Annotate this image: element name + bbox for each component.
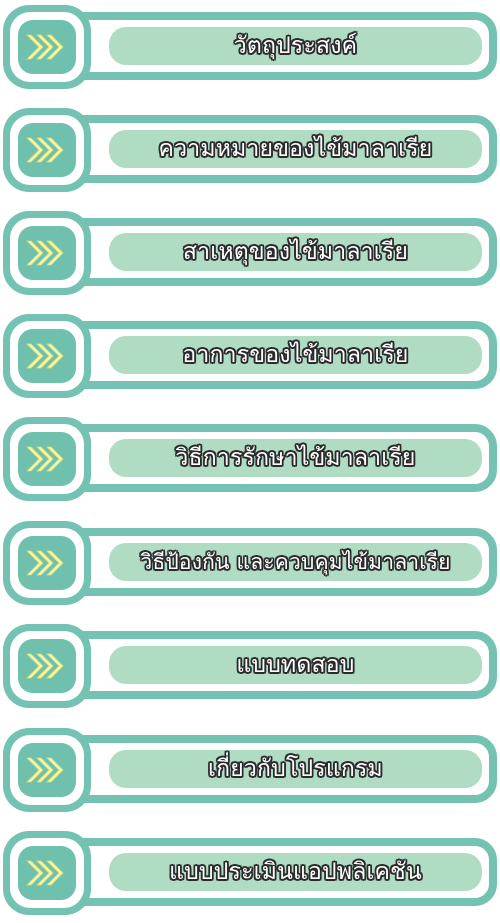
fast-forward-arrows-icon	[26, 860, 64, 886]
menu-item-prevention[interactable]: วิธีป้องกัน และควบคุมไข้มาลาเรีย	[0, 519, 500, 609]
menu-item-quiz[interactable]: แบบทดสอบ	[0, 622, 500, 712]
menu-item-label: เกี่ยวกับโปรแกรม	[208, 756, 383, 782]
menu-item-about[interactable]: เกี่ยวกับโปรแกรม	[0, 726, 500, 816]
menu-icon-button[interactable]	[3, 5, 91, 89]
fast-forward-arrows-icon	[26, 653, 64, 679]
fast-forward-arrows-icon	[26, 757, 64, 783]
menu-label-pill: เกี่ยวกับโปรแกรม	[109, 750, 482, 788]
menu-bar: อาการของไข้มาลาเรีย	[58, 321, 497, 389]
menu-item-label: สาเหตุของไข้มาลาเรีย	[182, 239, 409, 265]
menu-item-objectives[interactable]: วัตถุประสงค์	[0, 3, 500, 93]
menu-label-pill: แบบประเมินแอปพลิเคชัน	[109, 853, 482, 891]
menu-bar: วัตถุประสงค์	[58, 12, 497, 80]
menu-bar: วิธีการรักษาไข้มาลาเรีย	[58, 424, 497, 492]
menu-bar: แบบประเมินแอปพลิเคชัน	[58, 838, 497, 906]
menu-icon-button[interactable]	[3, 314, 91, 398]
fast-forward-arrows-icon	[26, 137, 64, 163]
fast-forward-arrows-icon	[26, 240, 64, 266]
menu-bar: สาเหตุของไข้มาลาเรีย	[58, 218, 497, 286]
menu-icon-button[interactable]	[3, 211, 91, 295]
menu-item-label: แบบประเมินแอปพลิเคชัน	[169, 859, 422, 885]
fast-forward-arrows-icon	[26, 343, 64, 369]
menu-label-pill: วิธีป้องกัน และควบคุมไข้มาลาเรีย	[109, 543, 482, 581]
menu-bar: วิธีป้องกัน และควบคุมไข้มาลาเรีย	[58, 528, 497, 596]
menu-label-pill: วิธีการรักษาไข้มาลาเรีย	[109, 439, 482, 477]
menu-item-meaning[interactable]: ความหมายของไข้มาลาเรีย	[0, 106, 500, 196]
fast-forward-arrows-icon	[26, 34, 64, 60]
menu-item-label: วิธีการรักษาไข้มาลาเรีย	[175, 445, 416, 471]
menu-icon-button[interactable]	[3, 624, 91, 708]
menu-label-pill: ความหมายของไข้มาลาเรีย	[109, 130, 482, 168]
menu-item-label: วัตถุประสงค์	[233, 33, 358, 59]
menu-item-causes[interactable]: สาเหตุของไข้มาลาเรีย	[0, 209, 500, 299]
menu-icon-button[interactable]	[3, 417, 91, 501]
menu-label-pill: แบบทดสอบ	[109, 646, 482, 684]
main-menu: วัตถุประสงค์ ความหมายของไข้มาลาเรีย สาเห…	[0, 0, 500, 923]
menu-bar: เกี่ยวกับโปรแกรม	[58, 735, 497, 803]
menu-bar: แบบทดสอบ	[58, 631, 497, 699]
fast-forward-arrows-icon	[26, 550, 64, 576]
menu-item-evaluation[interactable]: แบบประเมินแอปพลิเคชัน	[0, 829, 500, 919]
menu-icon-button[interactable]	[3, 521, 91, 605]
menu-item-symptoms[interactable]: อาการของไข้มาลาเรีย	[0, 312, 500, 402]
menu-label-pill: สาเหตุของไข้มาลาเรีย	[109, 233, 482, 271]
menu-bar: ความหมายของไข้มาลาเรีย	[58, 115, 497, 183]
menu-item-label: แบบทดสอบ	[236, 652, 355, 678]
menu-item-label: อาการของไข้มาลาเรีย	[182, 342, 409, 368]
menu-item-treatment[interactable]: วิธีการรักษาไข้มาลาเรีย	[0, 415, 500, 505]
menu-icon-button[interactable]	[3, 831, 91, 915]
menu-label-pill: วัตถุประสงค์	[109, 27, 482, 65]
menu-icon-button[interactable]	[3, 728, 91, 812]
fast-forward-arrows-icon	[26, 446, 64, 472]
menu-item-label: วิธีป้องกัน และควบคุมไข้มาลาเรีย	[140, 549, 451, 574]
menu-icon-button[interactable]	[3, 108, 91, 192]
menu-item-label: ความหมายของไข้มาลาเรีย	[158, 136, 433, 162]
menu-label-pill: อาการของไข้มาลาเรีย	[109, 336, 482, 374]
